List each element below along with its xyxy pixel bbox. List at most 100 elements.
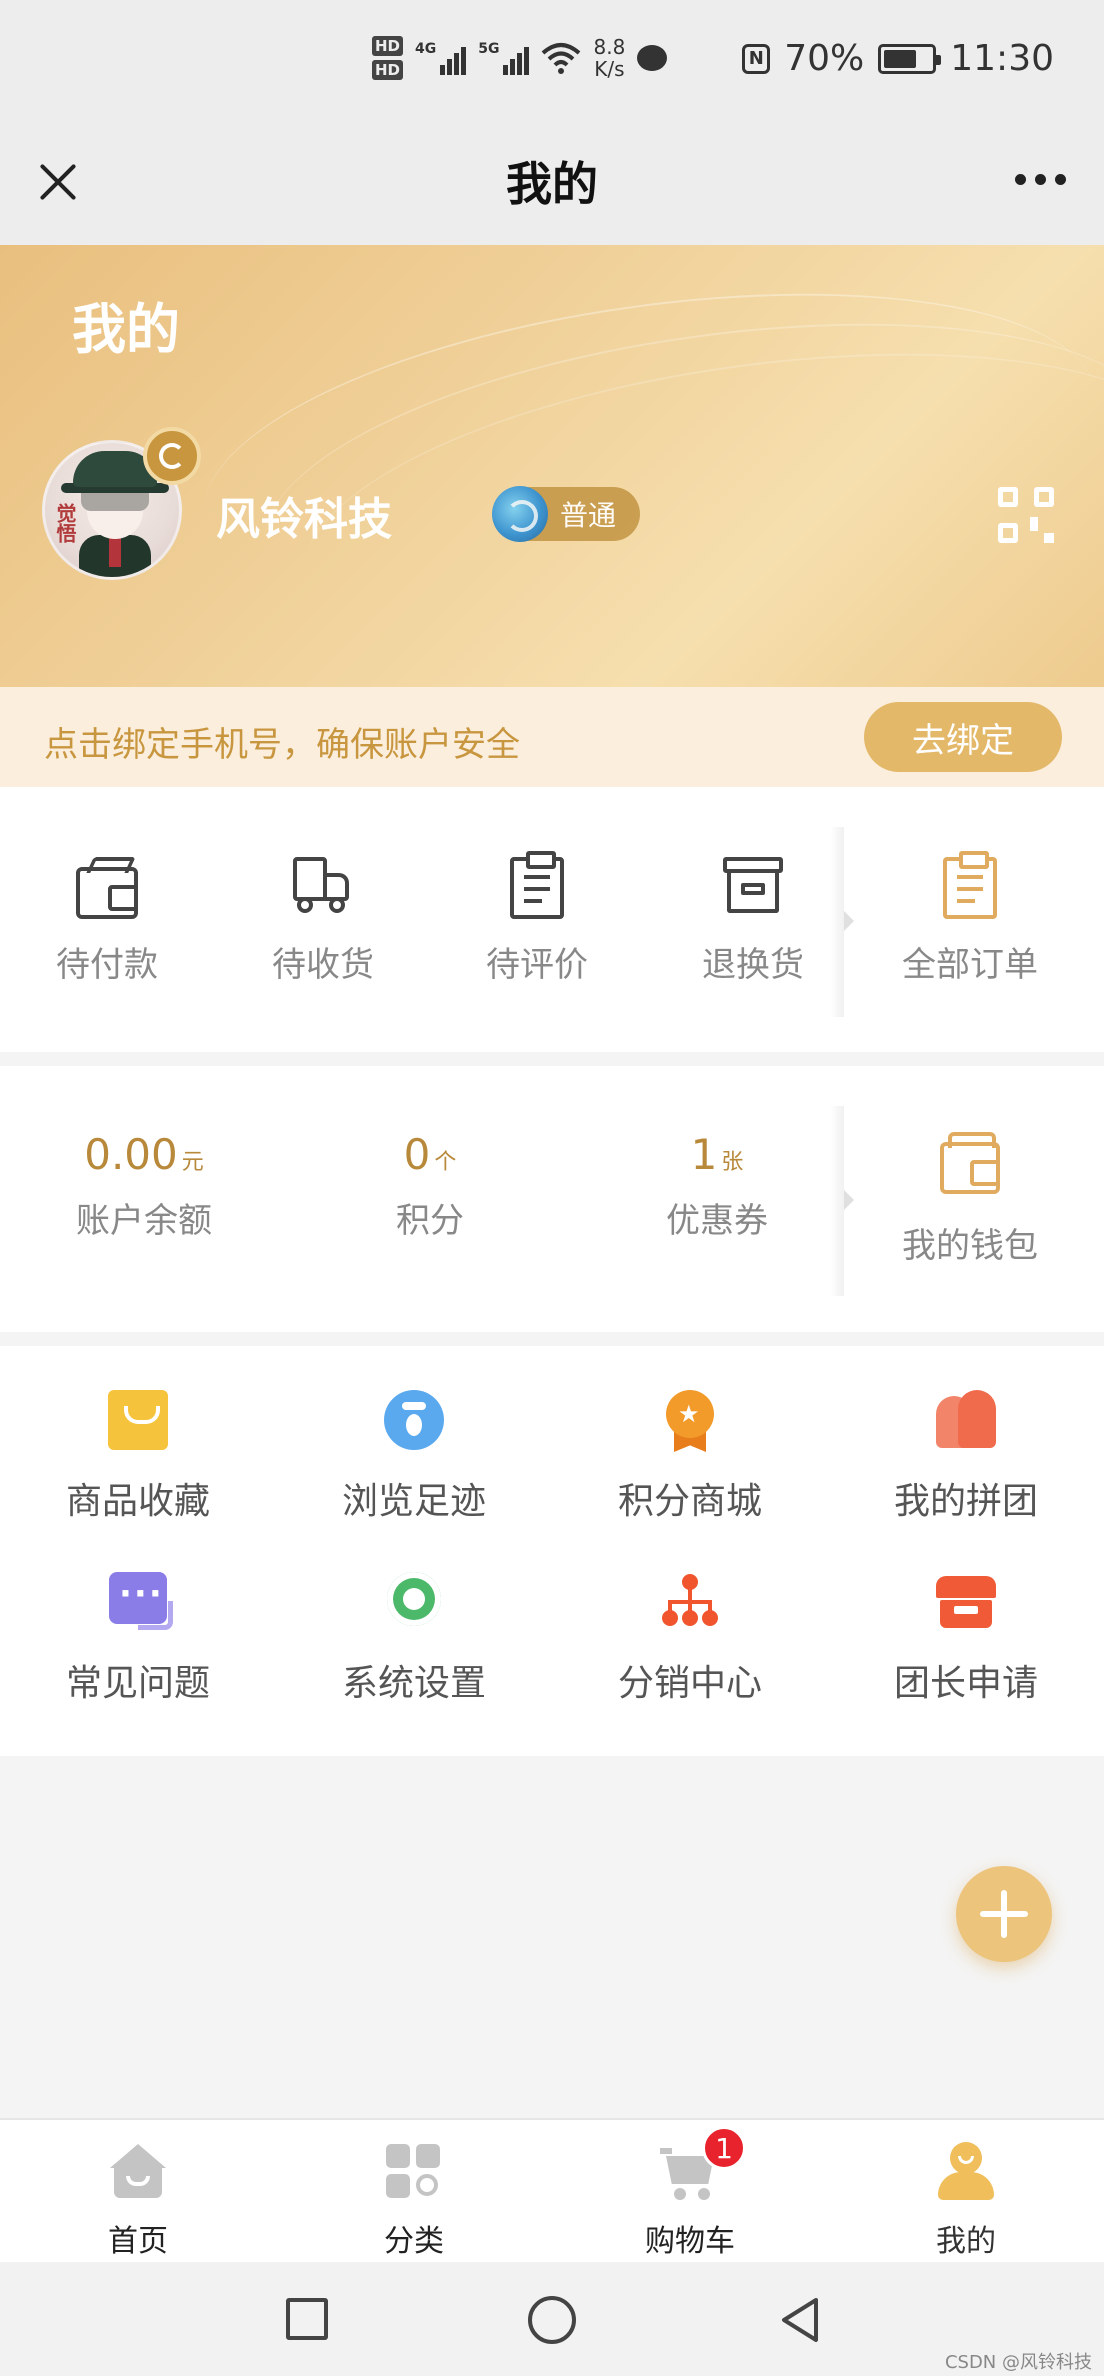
order-label: 退换货 xyxy=(702,945,804,985)
coupon-stat[interactable]: 1张 优惠券 xyxy=(617,1130,817,1242)
order-status-card: 待付款 待收货 待评价 退换货 全部订单 xyxy=(0,787,1104,1052)
system-nav-bar: CSDN @风铃科技 xyxy=(0,2262,1104,2376)
truck-icon xyxy=(293,857,353,917)
tool-label: 分销中心 xyxy=(617,1663,762,1704)
username: 风铃科技 xyxy=(216,494,392,545)
divider xyxy=(830,1106,844,1296)
battery-fill xyxy=(884,49,917,68)
message-icon xyxy=(637,45,668,71)
points-value: 0 xyxy=(403,1130,431,1179)
tool-label: 商品收藏 xyxy=(65,1481,210,1522)
tool-favorites[interactable]: 商品收藏 xyxy=(38,1390,238,1524)
tab-category[interactable]: 分类 xyxy=(276,2120,552,2262)
tool-faq[interactable]: 常见问题 xyxy=(38,1572,238,1706)
status-bar: HD HD 4G 5G 8.8 K/s N 70% 11:30 xyxy=(0,0,1104,130)
hierarchy-icon xyxy=(660,1572,720,1632)
balance-label: 账户余额 xyxy=(76,1201,212,1241)
member-level-badge[interactable]: 普通 xyxy=(492,486,640,542)
tool-label: 浏览足迹 xyxy=(341,1481,486,1522)
speed-unit: K/s xyxy=(594,57,625,81)
cart-count-badge: 1 xyxy=(702,2126,746,2170)
tool-settings[interactable]: 系统设置 xyxy=(314,1572,514,1706)
all-orders-icon xyxy=(943,851,997,919)
hd-badge-2: HD xyxy=(372,60,404,80)
page-title: 我的 xyxy=(506,157,598,211)
recent-apps-icon[interactable] xyxy=(286,2298,328,2340)
balance-stat[interactable]: 0.00 元 账户余额 xyxy=(44,1130,244,1242)
hd-indicators: HD HD xyxy=(372,36,404,80)
nfc-icon: N xyxy=(742,43,771,74)
more-options-icon[interactable] xyxy=(1015,174,1066,185)
wallet-card: 0.00 元 账户余额 0个 积分 1张 优惠券 我的钱包 xyxy=(0,1066,1104,1332)
network-speed: 8.8 K/s xyxy=(593,36,625,80)
footprint-icon xyxy=(384,1390,444,1450)
tab-profile[interactable]: 我的 xyxy=(828,2120,1104,2262)
tools-grid: 商品收藏 浏览足迹 ★ 积分商城 我的拼团 常见问题 系统设置 xyxy=(0,1346,1104,1756)
tool-label: 积分商城 xyxy=(617,1481,762,1522)
divider-arrow xyxy=(844,1190,854,1210)
my-wallet[interactable]: 我的钱包 xyxy=(880,1132,1060,1267)
tool-leader-apply[interactable]: 团长申请 xyxy=(866,1572,1066,1706)
signal-5g-icon: 5G xyxy=(478,41,530,75)
home-icon xyxy=(108,2142,168,2202)
wallet-icon xyxy=(940,1132,1000,1194)
bind-phone-banner: 点击绑定手机号，确保账户安全 去绑定 xyxy=(0,687,1104,787)
my-wallet-label: 我的钱包 xyxy=(902,1226,1038,1266)
order-label: 待付款 xyxy=(56,945,158,985)
category-icon xyxy=(384,2142,444,2202)
order-label: 待收货 xyxy=(272,945,374,985)
order-label: 全部订单 xyxy=(902,945,1038,985)
order-pending-review[interactable]: 待评价 xyxy=(462,851,612,986)
qr-code-icon[interactable] xyxy=(998,487,1054,543)
header-title: 我的 xyxy=(72,298,180,361)
tool-footprints[interactable]: 浏览足迹 xyxy=(314,1390,514,1524)
battery-icon xyxy=(878,43,942,74)
points-label: 积分 xyxy=(396,1201,464,1241)
shopping-bag-icon xyxy=(108,1390,168,1450)
tab-label: 购物车 xyxy=(645,2224,735,2259)
order-returns[interactable]: 退换货 xyxy=(678,857,828,986)
net-label-5g: 5G xyxy=(478,41,500,57)
group-icon xyxy=(936,1390,996,1450)
tool-label: 常见问题 xyxy=(65,1663,210,1704)
bottom-tab-bar: 首页 分类 1 购物车 我的 xyxy=(0,2118,1104,2262)
bind-phone-button[interactable]: 去绑定 xyxy=(864,702,1062,772)
profile-header: 我的 觉悟 风铃科技 普通 xyxy=(0,245,1104,687)
order-label: 待评价 xyxy=(486,945,588,985)
avatar-scribble: 觉悟 xyxy=(53,503,77,543)
coupon-unit: 张 xyxy=(721,1150,744,1175)
tab-home[interactable]: 首页 xyxy=(0,2120,276,2262)
tool-distribution[interactable]: 分销中心 xyxy=(590,1572,790,1706)
title-bar: 我的 xyxy=(0,130,1104,245)
tool-points-mall[interactable]: ★ 积分商城 xyxy=(590,1390,790,1524)
back-icon[interactable] xyxy=(778,2296,820,2344)
store-icon xyxy=(936,1572,996,1632)
tab-label: 分类 xyxy=(384,2224,444,2259)
watermark: CSDN @风铃科技 xyxy=(944,2352,1092,2373)
coupon-value: 1 xyxy=(690,1130,718,1179)
member-level-label: 普通 xyxy=(560,499,617,532)
battery-percent: 70% xyxy=(784,38,865,79)
points-stat[interactable]: 0个 积分 xyxy=(330,1130,530,1242)
balance-unit: 元 xyxy=(181,1150,204,1175)
medal-icon: ★ xyxy=(660,1390,720,1452)
floating-add-button[interactable] xyxy=(956,1866,1052,1962)
tool-label: 我的拼团 xyxy=(893,1481,1038,1522)
level-globe-icon xyxy=(492,486,548,542)
speed-value: 8.8 xyxy=(593,35,626,59)
wallet-icon xyxy=(76,867,138,919)
hd-badge-1: HD xyxy=(372,36,404,56)
order-all[interactable]: 全部订单 xyxy=(880,851,1060,986)
wifi-icon xyxy=(542,43,581,74)
tab-cart[interactable]: 1 购物车 xyxy=(552,2120,828,2262)
divider-arrow xyxy=(844,911,854,931)
tab-label: 首页 xyxy=(108,2224,168,2259)
bind-phone-text: 点击绑定手机号，确保账户安全 xyxy=(44,725,520,765)
balance-value: 0.00 xyxy=(84,1130,178,1179)
tool-group-buy[interactable]: 我的拼团 xyxy=(866,1390,1066,1524)
order-pending-receipt[interactable]: 待收货 xyxy=(248,857,398,986)
home-button-icon[interactable] xyxy=(528,2296,576,2344)
order-pending-payment[interactable]: 待付款 xyxy=(32,857,182,986)
refresh-badge-icon[interactable] xyxy=(143,427,201,485)
clock: 11:30 xyxy=(950,38,1054,79)
